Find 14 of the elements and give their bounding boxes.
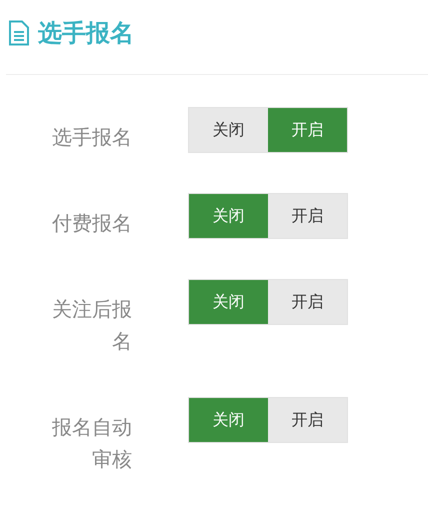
toggle-option[interactable]: 关闭 bbox=[189, 194, 268, 238]
toggle-option[interactable]: 开启 bbox=[268, 398, 347, 442]
document-icon bbox=[8, 20, 30, 46]
setting-label: 选手报名 bbox=[51, 124, 132, 151]
setting-label: 付费报名 bbox=[51, 210, 132, 237]
toggle-option[interactable]: 开启 bbox=[268, 108, 347, 152]
setting-label: 关注后报名 bbox=[51, 296, 132, 355]
toggle-option[interactable]: 开启 bbox=[268, 194, 347, 238]
toggle-option[interactable]: 开启 bbox=[268, 280, 347, 324]
toggle-option[interactable]: 关闭 bbox=[189, 280, 268, 324]
page-title: 选手报名 bbox=[38, 18, 134, 49]
toggle-option[interactable]: 关闭 bbox=[189, 398, 268, 442]
setting-label: 报名自动审核 bbox=[51, 414, 132, 473]
toggle-option[interactable]: 关闭 bbox=[189, 108, 268, 152]
